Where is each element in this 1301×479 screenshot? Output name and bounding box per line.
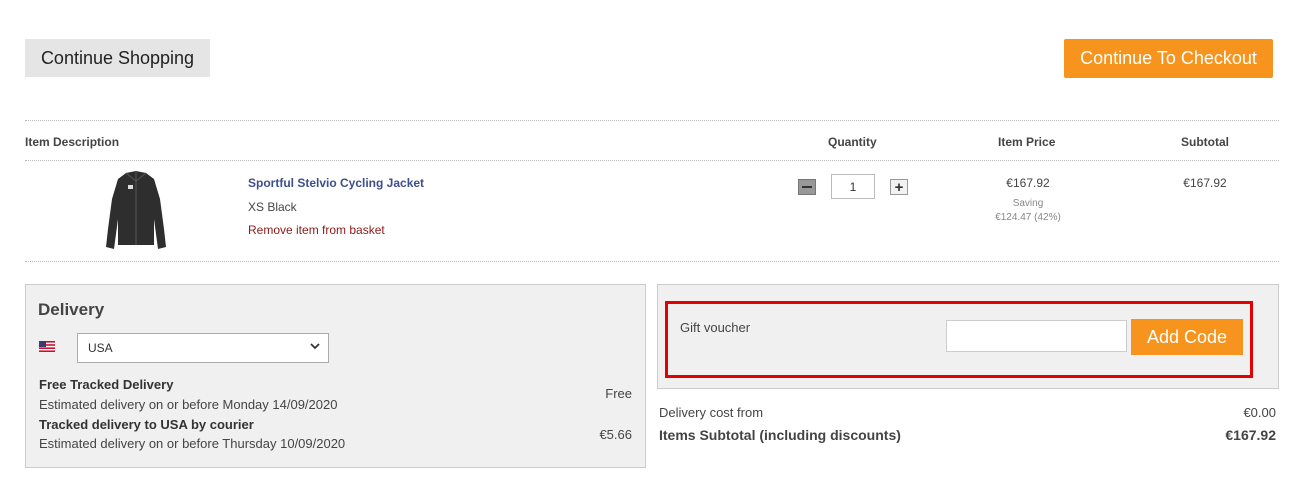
items-subtotal-value: €167.92 bbox=[1225, 427, 1276, 443]
quantity-decrease-button[interactable] bbox=[798, 179, 816, 195]
chevron-down-icon bbox=[310, 343, 320, 350]
header-quantity: Quantity bbox=[828, 135, 877, 149]
plus-icon: + bbox=[894, 178, 904, 196]
quantity-increase-button[interactable]: + bbox=[890, 179, 908, 195]
delivery-option-price: €5.66 bbox=[599, 427, 632, 442]
continue-shopping-button[interactable]: Continue Shopping bbox=[25, 39, 210, 77]
delivery-title: Delivery bbox=[38, 300, 105, 319]
delivery-option-desc: Estimated delivery on or before Thursday… bbox=[39, 436, 346, 451]
gift-voucher-input[interactable] bbox=[946, 320, 1127, 352]
country-select-value: USA bbox=[88, 341, 113, 355]
header-item-description: Item Description bbox=[25, 135, 120, 149]
cycling-jacket-image[interactable] bbox=[102, 169, 170, 251]
divider bbox=[25, 261, 1279, 262]
add-code-button[interactable]: Add Code bbox=[1131, 319, 1243, 355]
row-subtotal: €167.92 bbox=[1183, 176, 1227, 190]
usa-flag-icon bbox=[39, 341, 55, 352]
item-price: €167.92 bbox=[1006, 176, 1050, 190]
saving-label: Saving bbox=[1012, 198, 1044, 209]
quantity-input[interactable] bbox=[831, 174, 875, 199]
delivery-option-price: Free bbox=[605, 386, 632, 401]
divider bbox=[25, 120, 1279, 121]
items-subtotal-label: Items Subtotal (including discounts) bbox=[659, 427, 901, 443]
minus-icon bbox=[802, 186, 812, 188]
delivery-option-title[interactable]: Tracked delivery to USA by courier bbox=[39, 417, 254, 432]
delivery-panel: Delivery USA Free Tracked Delivery Estim… bbox=[25, 284, 646, 468]
product-name-link[interactable]: Sportful Stelvio Cycling Jacket bbox=[248, 176, 424, 190]
delivery-cost-label: Delivery cost from bbox=[659, 405, 764, 420]
gift-voucher-label: Gift voucher bbox=[680, 320, 751, 335]
divider bbox=[25, 160, 1279, 161]
delivery-option-desc: Estimated delivery on or before Monday 1… bbox=[39, 397, 338, 412]
continue-to-checkout-button[interactable]: Continue To Checkout bbox=[1064, 39, 1273, 78]
header-item-price: Item Price bbox=[998, 135, 1056, 149]
product-variant: XS Black bbox=[248, 200, 297, 214]
delivery-cost-value: €0.00 bbox=[1243, 405, 1276, 420]
header-subtotal: Subtotal bbox=[1181, 135, 1229, 149]
delivery-option-title[interactable]: Free Tracked Delivery bbox=[39, 377, 173, 392]
saving-value: €124.47 (42%) bbox=[995, 212, 1061, 223]
remove-item-link[interactable]: Remove item from basket bbox=[248, 223, 385, 237]
country-select[interactable]: USA bbox=[77, 333, 329, 363]
